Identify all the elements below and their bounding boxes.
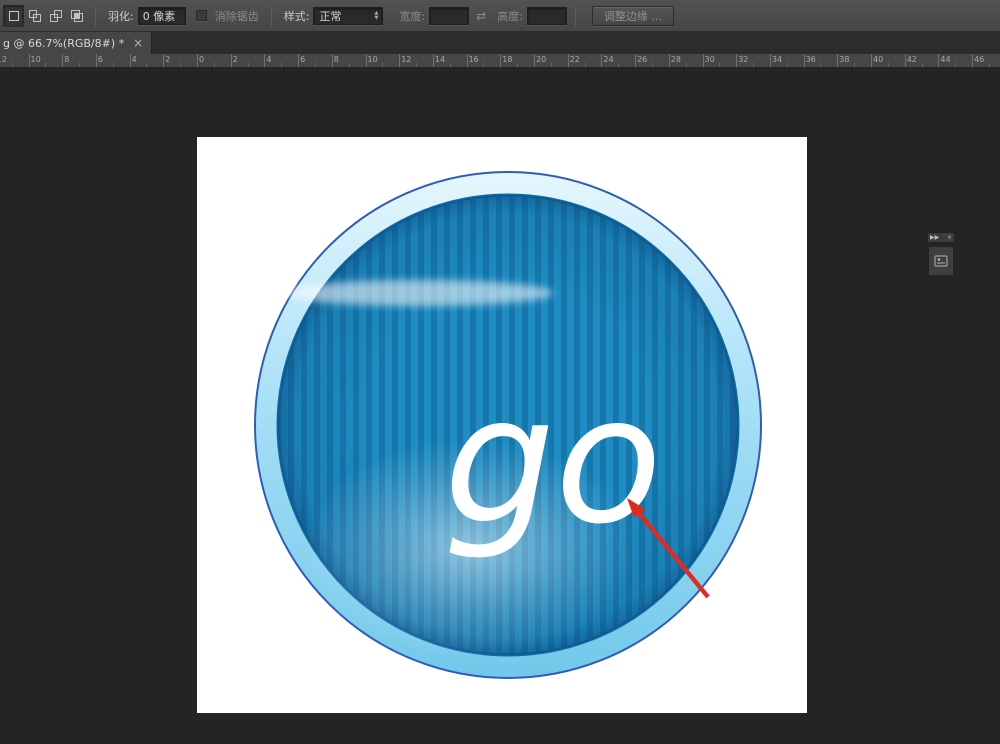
document-tab[interactable]: g @ 66.7%(RGB/8#) * ×: [0, 32, 152, 54]
style-label: 样式:: [284, 8, 310, 24]
horizontal-ruler[interactable]: 1210864202468101214161820222426283032343…: [0, 54, 1000, 68]
feather-label: 羽化:: [108, 8, 134, 24]
swap-dimensions-icon[interactable]: ⇄: [476, 9, 486, 23]
document-tab-bar: g @ 66.7%(RGB/8#) * ×: [0, 32, 1000, 54]
ruler-number: 40: [873, 55, 883, 64]
ruler-number: 6: [300, 55, 305, 64]
dropdown-arrows-icon: ▲▼: [369, 8, 382, 24]
ruler-number: 46: [974, 55, 984, 64]
ruler-number: 14: [435, 55, 445, 64]
height-input[interactable]: [527, 7, 567, 25]
style-value: 正常: [314, 8, 369, 24]
ruler-number: 8: [64, 55, 69, 64]
ruler-number: 16: [469, 55, 479, 64]
ruler-number: 8: [334, 55, 339, 64]
ruler-number: 12: [0, 55, 7, 64]
document-canvas[interactable]: go: [197, 137, 807, 713]
document-title: g @ 66.7%(RGB/8#) *: [3, 37, 124, 50]
canvas-workspace: go ▶▶ ×: [0, 68, 1000, 744]
ruler-number: 10: [368, 55, 378, 64]
ruler-number: 2: [233, 55, 238, 64]
glossy-button-graphic: go: [255, 172, 761, 678]
collapsed-panel-group: ▶▶ ×: [927, 232, 955, 276]
gloss-highlight: [285, 280, 553, 306]
subtract-from-selection-icon[interactable]: [45, 5, 66, 27]
ruler-number: 44: [940, 55, 950, 64]
intersect-selection-icon[interactable]: [66, 5, 87, 27]
ruler-number: 0: [199, 55, 204, 64]
toolbar-divider: [575, 6, 576, 26]
ruler-number: 24: [603, 55, 613, 64]
add-to-selection-icon[interactable]: [24, 5, 45, 27]
width-input[interactable]: [429, 7, 469, 25]
adjustments-panel-icon: [934, 255, 948, 267]
ruler-number: 30: [705, 55, 715, 64]
height-label: 高度:: [497, 8, 523, 24]
antialias-checkbox[interactable]: [196, 10, 207, 21]
ruler-number: 18: [502, 55, 512, 64]
ruler-number: 6: [98, 55, 103, 64]
ruler-number: 10: [31, 55, 41, 64]
ruler-number: 34: [772, 55, 782, 64]
ruler-number: 20: [536, 55, 546, 64]
ruler-number: 42: [907, 55, 917, 64]
ruler-number: 22: [570, 55, 580, 64]
feather-value: 0 像素: [143, 8, 176, 24]
panel-icon-button[interactable]: [928, 246, 954, 276]
tab-close-icon[interactable]: ×: [133, 36, 143, 50]
width-label: 宽度:: [399, 8, 425, 24]
ruler-number: 4: [132, 55, 137, 64]
ruler-number: 36: [806, 55, 816, 64]
button-artwork: go: [197, 137, 807, 713]
ruler-number: 2: [165, 55, 170, 64]
antialias-label: 消除锯齿: [215, 8, 259, 24]
feather-input[interactable]: 0 像素: [138, 7, 186, 25]
toolbar-divider: [95, 6, 96, 26]
go-text: go: [444, 360, 662, 563]
ruler-number: 4: [266, 55, 271, 64]
panel-close-icon[interactable]: ×: [947, 234, 952, 241]
tool-options-bar: 羽化: 0 像素 消除锯齿 样式: 正常 ▲▼ 宽度: ⇄ 高度: 调整边缘 .…: [0, 0, 1000, 32]
ruler-number: 38: [839, 55, 849, 64]
toolbar-divider: [271, 6, 272, 26]
new-selection-icon[interactable]: [3, 5, 24, 27]
ruler-number: 28: [671, 55, 681, 64]
ruler-number: 32: [738, 55, 748, 64]
photoshop-window: 羽化: 0 像素 消除锯齿 样式: 正常 ▲▼ 宽度: ⇄ 高度: 调整边缘 .…: [0, 0, 1000, 744]
expand-panels-icon[interactable]: ▶▶: [930, 234, 939, 241]
ruler-number: 12: [401, 55, 411, 64]
panel-header: ▶▶ ×: [927, 232, 955, 243]
style-dropdown[interactable]: 正常 ▲▼: [313, 7, 383, 25]
refine-edge-button[interactable]: 调整边缘 ...: [592, 6, 674, 26]
ruler-number: 26: [637, 55, 647, 64]
selection-mode-group: [3, 5, 87, 27]
